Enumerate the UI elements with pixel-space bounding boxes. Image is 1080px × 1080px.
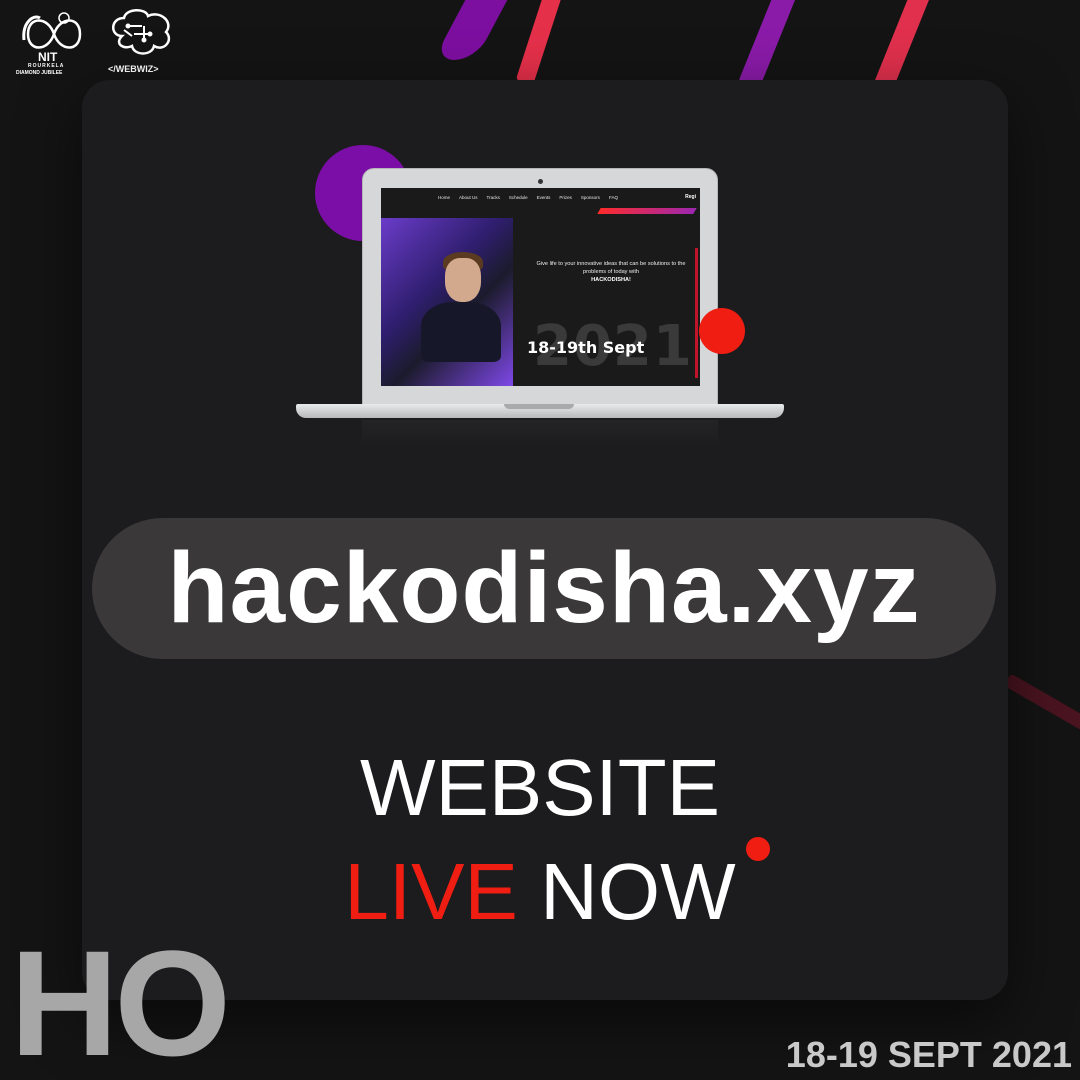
site-tagline: Give life to your innovative ideas that …	[531, 260, 691, 284]
red-circle-decoration	[699, 308, 745, 354]
photo-person-body	[421, 302, 501, 362]
headline-live: LIVE	[344, 847, 518, 936]
website-preview-screen: Home About Us Tracks Schedule Events Pri…	[381, 188, 700, 386]
site-accent-stripe	[597, 208, 697, 214]
camera-icon	[538, 179, 543, 184]
nit-diamond-jubilee-logo: NIT ROURKELA DIAMOND JUBILEE	[16, 10, 90, 80]
site-nav-item: Schedule	[508, 195, 528, 200]
site-register-button: Regi	[685, 194, 696, 200]
laptop-screen-bezel: Home About Us Tracks Schedule Events Pri…	[362, 168, 718, 406]
site-nav-item: Tracks	[486, 195, 500, 200]
site-nav-item: FAQ	[608, 195, 618, 200]
bg-stripe-purple-1	[433, 0, 513, 60]
site-nav-item: Events	[536, 195, 551, 200]
site-nav-item: Sponsors	[580, 195, 600, 200]
nit-sub-label: ROURKELA	[28, 63, 65, 69]
site-red-bar	[695, 248, 698, 378]
site-nav-item: About Us	[459, 195, 478, 200]
bg-stripe-purple-2	[738, 0, 800, 91]
nit-label: NIT	[38, 50, 58, 64]
photo-person-face	[445, 258, 481, 302]
footer-event-date: 18-19 SEPT 2021	[785, 1034, 1072, 1075]
laptop-mockup: Home About Us Tracks Schedule Events Pri…	[296, 168, 784, 448]
bg-stripe-red-1	[515, 0, 563, 86]
site-nav: Home About Us Tracks Schedule Events Pri…	[381, 195, 700, 207]
brain-circuit-icon	[112, 9, 171, 55]
corner-brand-letters: HO	[10, 919, 231, 1080]
bg-stripe-red-3	[1003, 673, 1080, 741]
webwiz-label: </WEBWIZ>	[108, 64, 159, 74]
website-url[interactable]: hackodisha.xyz	[167, 531, 920, 646]
nit-sub2-label: DIAMOND JUBILEE	[16, 70, 63, 76]
site-event-date: 18-19th Sept	[527, 338, 645, 357]
webwiz-logo: </WEBWIZ>	[104, 6, 180, 78]
site-tagline-text: Give life to your innovative ideas that …	[536, 261, 686, 276]
headline-website: WEBSITE	[359, 743, 721, 832]
laptop-notch	[504, 404, 574, 409]
odisha-map-photo	[381, 218, 513, 386]
site-nav-item: Prizes	[559, 195, 572, 200]
website-url-pill[interactable]: hackodisha.xyz	[92, 518, 996, 659]
site-tagline-brand: HACKODISHA!	[591, 277, 631, 284]
live-indicator-dot	[746, 837, 770, 861]
headline-now: NOW	[540, 847, 736, 936]
site-nav-item: Home	[438, 195, 451, 200]
laptop-reflection	[362, 420, 718, 446]
